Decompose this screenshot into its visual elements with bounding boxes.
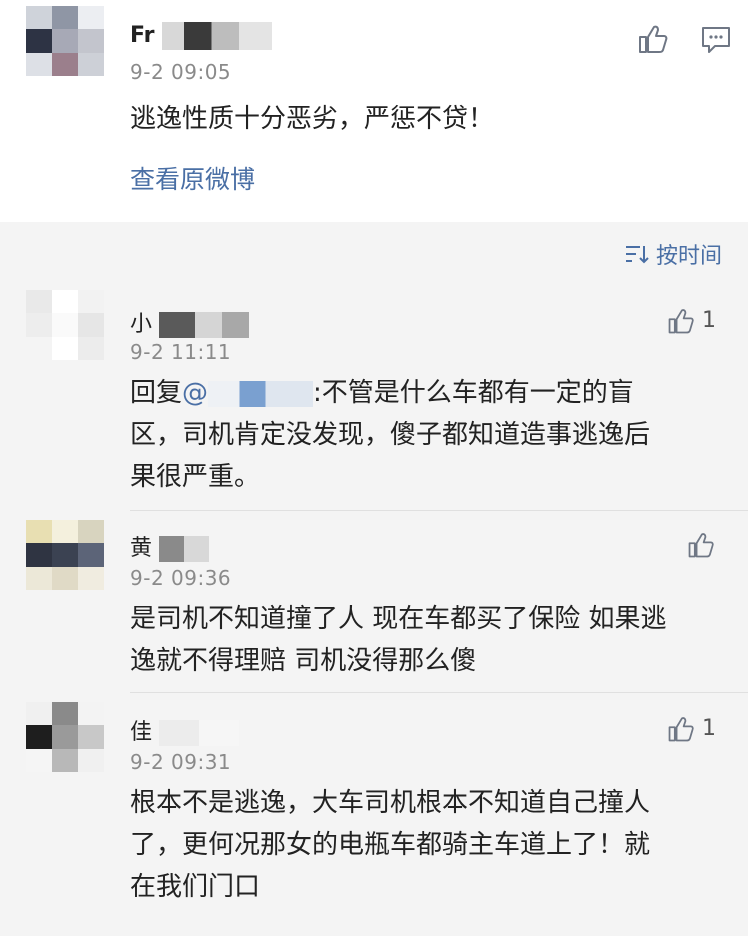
comment-time: 9-2 09:36 [130, 566, 232, 590]
like-icon[interactable] [686, 530, 716, 560]
username-mosaic [159, 312, 250, 338]
comment-username[interactable]: 小 [130, 306, 250, 338]
post-content: 逃逸性质十分恶劣，严惩不贷！ [130, 104, 495, 134]
comment-line: 是司机不知道撞了人 现在车都买了保险 如果逃 [130, 604, 667, 634]
comment-line: 根本不是逃逸，大车司机根本不知道自己撞人 [130, 788, 651, 818]
view-original-link[interactable]: 查看原微博 [130, 160, 255, 196]
comment-line: 果很严重。 [130, 462, 261, 492]
username-mosaic [159, 536, 210, 562]
mention-mosaic [208, 380, 314, 407]
comment-line: 区，司机肯定没发现，傻子都知道造事逃逸后 [130, 420, 651, 450]
comment-line: 了，更何况那女的电瓶车都骑主车道上了！就 [130, 830, 651, 860]
comment-content: 回复@ :不管是什么车都有一定的盲 区，司机肯定没发现，傻子都知道造事逃逸后 果很… [130, 372, 650, 498]
comment-line: 回复@ :不管是什么车都有一定的盲 [130, 372, 650, 414]
comment-line: 逸就不得理赔 司机没得那么傻 [130, 646, 477, 676]
original-post: Fr 9-2 09:05 逃逸性质十分恶劣，严惩不贷！ 查看原微博 [0, 0, 748, 222]
post-time: 9-2 09:05 [130, 60, 232, 84]
sort-by-time-button[interactable]: 按时间 [624, 238, 722, 270]
like-icon[interactable] [666, 714, 696, 744]
comment-line: 在我们门口 [130, 872, 261, 902]
comment-content: 根本不是逃逸，大车司机根本不知道自己撞人 了，更何况那女的电瓶车都骑主车道上了！… [130, 782, 650, 908]
comment-username[interactable]: 黄 [130, 530, 210, 562]
username-text: 佳 [130, 720, 153, 745]
comment-text: :不管是什么车都有一定的盲 [313, 378, 634, 408]
avatar[interactable] [26, 702, 104, 772]
username-mosaic [162, 22, 273, 50]
username-mosaic [159, 720, 240, 746]
sort-label: 按时间 [655, 244, 722, 269]
sort-icon [625, 246, 649, 264]
avatar[interactable] [26, 290, 104, 360]
comment-time: 9-2 09:31 [130, 750, 232, 774]
divider [130, 510, 748, 511]
mention-link[interactable]: @ [182, 378, 208, 408]
like-icon[interactable] [636, 22, 670, 56]
username-text: 黄 [130, 536, 153, 561]
comment-time: 9-2 11:11 [130, 340, 232, 364]
like-count: 1 [702, 308, 716, 333]
username-text: Fr [130, 23, 155, 48]
reply-prefix: 回复 [130, 378, 183, 408]
like-icon[interactable] [666, 306, 696, 336]
like-count: 1 [702, 716, 716, 741]
comment-content: 是司机不知道撞了人 现在车都买了保险 如果逃 逸就不得理赔 司机没得那么傻 [130, 598, 667, 682]
avatar[interactable] [26, 520, 104, 590]
post-username[interactable]: Fr [130, 22, 273, 50]
username-text: 小 [130, 312, 153, 337]
comment-username[interactable]: 佳 [130, 714, 240, 746]
divider [130, 692, 748, 693]
comment-icon[interactable] [700, 24, 732, 56]
avatar[interactable] [26, 6, 104, 76]
